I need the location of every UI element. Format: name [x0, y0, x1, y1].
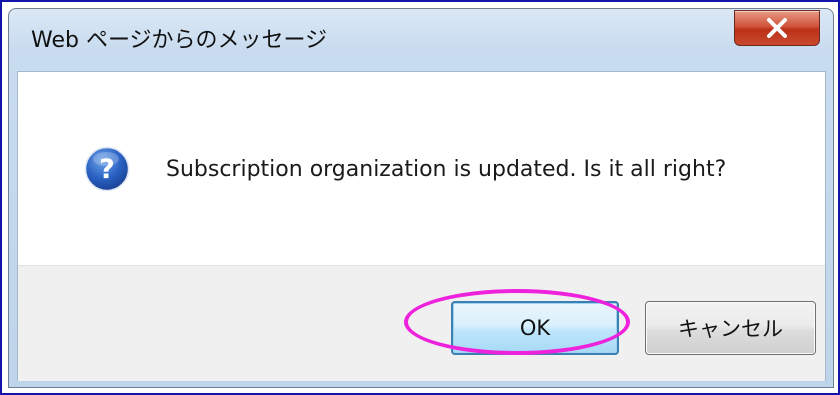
- close-icon: [767, 18, 787, 38]
- message-text: Subscription organization is updated. Is…: [166, 157, 727, 182]
- message-area: ? Subscription organization is updated. …: [18, 72, 825, 265]
- ok-button[interactable]: OK: [451, 301, 619, 355]
- cancel-button[interactable]: キャンセル: [645, 301, 816, 355]
- svg-text:?: ?: [99, 154, 115, 185]
- dialog-body: ? Subscription organization is updated. …: [17, 71, 826, 381]
- question-icon: ?: [84, 146, 130, 192]
- close-button[interactable]: [734, 10, 820, 46]
- message-dialog: Web ページからのメッセージ ? Subscription organizat…: [8, 8, 834, 388]
- button-bar: OK キャンセル: [18, 265, 825, 381]
- dialog-title: Web ページからのメッセージ: [31, 28, 328, 53]
- title-bar[interactable]: Web ページからのメッセージ: [9, 9, 833, 71]
